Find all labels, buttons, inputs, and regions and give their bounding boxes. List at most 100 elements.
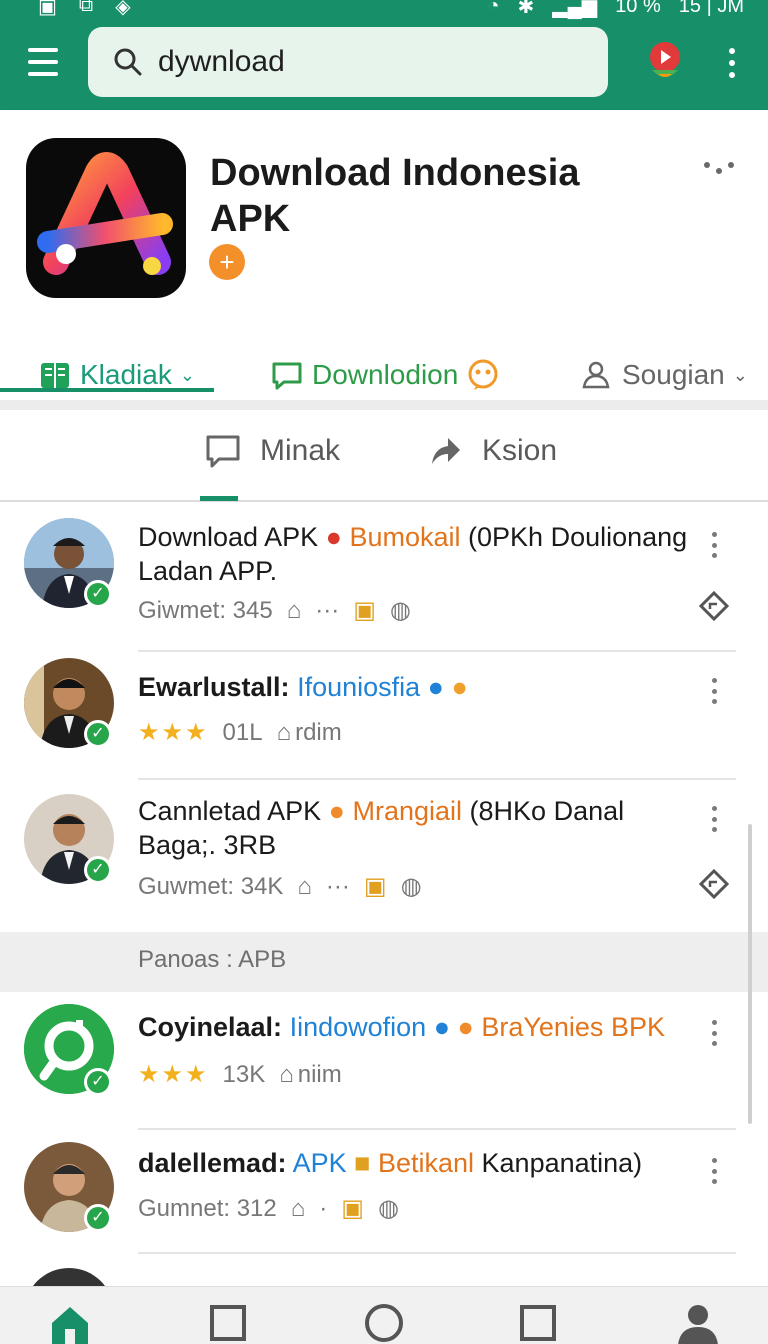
app-title-line2: APK <box>210 198 291 240</box>
globe-icon: ◍ <box>389 597 411 624</box>
globe-icon: ◍ <box>377 1195 399 1222</box>
verified-badge: ✓ <box>84 720 112 748</box>
item-title-highlight: Iindowofion <box>289 1012 427 1042</box>
time-text: 15 | JM <box>678 0 744 17</box>
hamburger-menu-icon[interactable] <box>28 48 58 76</box>
list-item-partial[interactable] <box>0 1258 768 1286</box>
box-icon: ▣ <box>341 1195 364 1222</box>
list-item[interactable]: ✓ Ewarlustall: Ifouniosfia ● ● ★★★ 01L ⌂… <box>0 652 768 778</box>
more-vertical-icon[interactable] <box>710 532 718 558</box>
list-item[interactable]: ✓ Coyinelaal: Iindowofion ● ● BraYenies … <box>0 996 768 1128</box>
dot-icon: · <box>319 1194 328 1222</box>
rating-stars: ★★★ <box>138 1061 209 1088</box>
item-meta: Guwmet: 34K ⌂ ··· ▣ ◍ <box>138 872 422 901</box>
item-meta: Gumnet: 312 ⌂ · ▣ ◍ <box>138 1194 399 1223</box>
app-logo[interactable] <box>26 138 186 298</box>
home-small-icon: ⌂ <box>279 1060 294 1088</box>
item-title-main: Download APK <box>138 522 319 552</box>
tomato-icon: ● <box>325 522 342 552</box>
list-item[interactable]: ✓ Cannletad APK ● Mrangiail (8HKo Danal … <box>0 780 768 930</box>
direction-icon[interactable] <box>698 590 730 622</box>
emoji-bubble-icon <box>468 359 498 390</box>
item-title: dalellemad: APK ■ Betikanl Kanpanatina) <box>138 1146 698 1180</box>
square-icon[interactable] <box>206 1301 250 1344</box>
top-app-bar: ▣ ⧉ ◈ ◔ ✱ ▂▄▆ 10 % 15 | JM <box>0 0 768 110</box>
item-title-highlight: Ifouniosfia <box>297 672 421 702</box>
dots-icon: ··· <box>315 596 340 624</box>
app-header-card: Download Indonesia APK + Kladiak ⌄ Downl… <box>0 110 768 400</box>
section-divider <box>0 400 768 410</box>
book-icon <box>41 363 69 388</box>
item-title: Ewarlustall: Ifouniosfia ● ● <box>138 670 698 704</box>
chevron-down-icon: ⌄ <box>179 364 195 385</box>
box-icon: ▣ <box>353 597 376 624</box>
chat-bubble-icon <box>272 362 302 390</box>
dots-icon: ··· <box>325 872 350 900</box>
package-icon: ■ <box>354 1148 371 1178</box>
item-meta: Giwmet: 345 ⌂ ··· ▣ ◍ <box>138 596 411 625</box>
status-right-icons: ◔ ✱ ▂▄▆ 10 % 15 | JM <box>487 0 744 19</box>
item-extra: rdim <box>295 718 342 746</box>
circle-icon[interactable] <box>362 1301 406 1344</box>
item-extra: niim <box>297 1060 342 1088</box>
tab-ksion[interactable]: Ksion <box>426 432 557 470</box>
status-left-icons: ▣ ⧉ ◈ <box>38 0 131 19</box>
emoji-icon: ● <box>451 672 468 702</box>
signal-icon: ▂▄▆ <box>552 0 598 18</box>
badge-icon: ● <box>457 1012 474 1042</box>
item-title-highlight: Bumokail <box>349 522 461 552</box>
verified-check-icon: ● <box>433 1012 450 1042</box>
more-vertical-icon[interactable] <box>710 678 718 704</box>
item-title-main: Coyinelaal: <box>138 1012 283 1042</box>
bottom-navigation <box>0 1286 768 1344</box>
battery-text: 10 % <box>615 0 661 17</box>
search-bar[interactable] <box>88 27 608 97</box>
more-vertical-icon[interactable] <box>710 1158 718 1184</box>
item-meta-text: Guwmet: 34K <box>138 872 284 900</box>
list-item[interactable]: ✓ Download APK ● Bumokail (0PKh Douliona… <box>0 512 768 650</box>
avatar[interactable] <box>24 1268 114 1286</box>
more-horizontal-icon[interactable] <box>704 162 734 174</box>
home-small-icon: ⌂ <box>290 1194 306 1222</box>
more-vertical-icon[interactable] <box>728 48 736 78</box>
tab-ksion-label: Ksion <box>482 434 558 467</box>
search-input[interactable] <box>158 45 578 79</box>
item-meta-text: Giwmet: 345 <box>138 596 273 624</box>
item-title-main: Cannletad APK <box>138 796 322 826</box>
item-title-rest: Betikanl <box>377 1148 475 1178</box>
item-title-main: Ewarlustall: <box>138 672 290 702</box>
tag-notification-icon: ◈ <box>115 0 131 18</box>
list-divider <box>138 1252 736 1254</box>
scrollbar[interactable] <box>748 824 752 1124</box>
active-tab-indicator <box>200 496 238 501</box>
verified-badge: ✓ <box>84 856 112 884</box>
more-vertical-icon[interactable] <box>710 1020 718 1046</box>
tab-minak[interactable]: Minak <box>204 432 340 470</box>
recents-square-icon[interactable] <box>516 1301 560 1344</box>
home-icon[interactable] <box>48 1301 92 1344</box>
secondary-tabs: Minak Ksion <box>0 410 768 502</box>
more-vertical-icon[interactable] <box>710 806 718 832</box>
tab-minak-label: Minak <box>260 434 341 467</box>
item-title: Cannletad APK ● Mrangiail (8HKo Danal Ba… <box>138 794 698 862</box>
active-tab-indicator <box>0 388 214 392</box>
list-item[interactable]: ✓ dalellemad: APK ■ Betikanl Kanpanatina… <box>0 1130 768 1250</box>
home-small-icon: ⌂ <box>286 596 302 624</box>
record-icon[interactable] <box>646 40 684 82</box>
section-header: Panoas : APB <box>0 932 768 992</box>
profile-icon[interactable] <box>676 1301 720 1344</box>
item-meta: ★★★ 13K ⌂ niim <box>138 1060 342 1089</box>
direction-icon[interactable] <box>698 868 730 900</box>
verified-badge: ✓ <box>84 1204 112 1232</box>
tab-sougian-label: Sougian <box>622 359 725 390</box>
item-title-highlight: APK <box>292 1148 347 1178</box>
home-small-icon: ⌂ <box>276 718 292 746</box>
item-title-highlight: Mrangiail <box>352 796 463 826</box>
rating-stars: ★★★ <box>138 719 209 746</box>
image-notification-icon: ▣ <box>38 0 57 18</box>
app-title: Download Indonesia APK <box>210 150 630 242</box>
tab-kladiak-label: Kladiak <box>80 359 172 390</box>
box-icon: ▣ <box>363 873 387 900</box>
app-badge[interactable]: + <box>209 244 245 280</box>
comment-icon <box>206 435 240 468</box>
